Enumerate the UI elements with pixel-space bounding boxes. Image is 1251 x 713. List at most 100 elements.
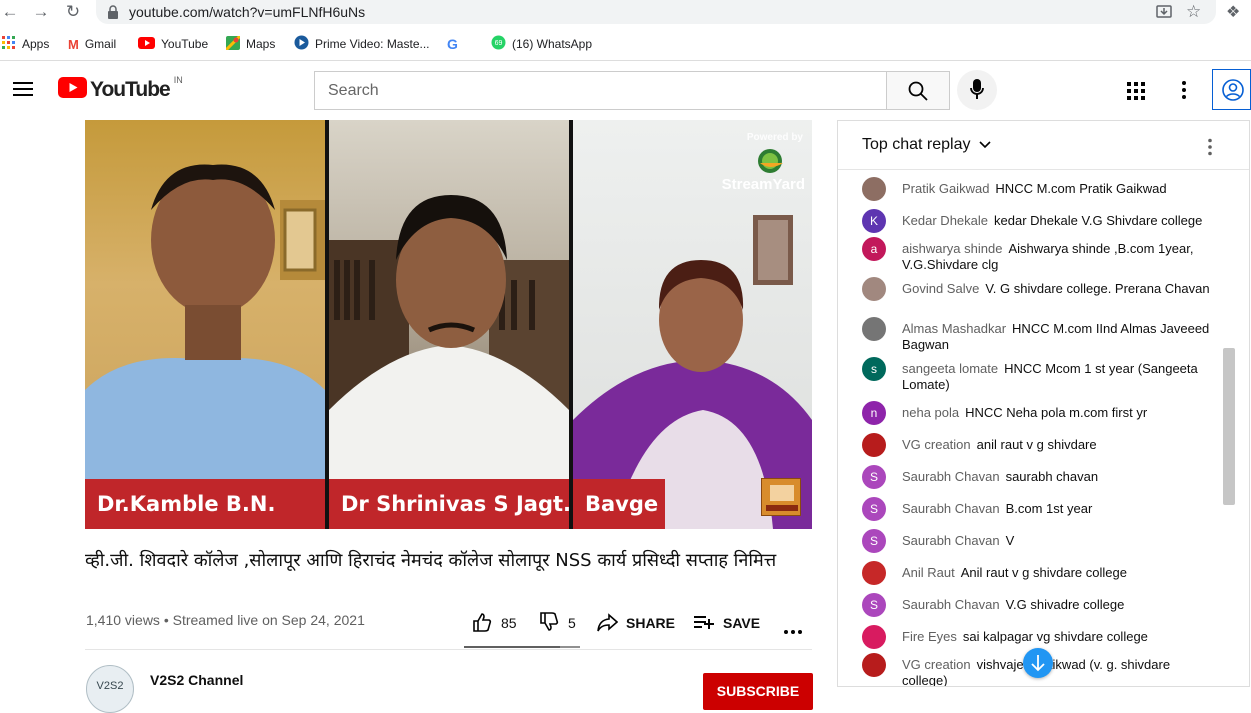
chat-message-body: VG creation anil raut v g shivdare xyxy=(902,437,1212,453)
chat-message-body: Saurabh Chavan V.G shivadre college xyxy=(902,597,1212,613)
participant-1-image xyxy=(85,164,325,529)
thumbs-down-icon xyxy=(538,611,560,636)
chat-author: Fire Eyes xyxy=(902,629,957,644)
channel-name[interactable]: V2S2 Channel xyxy=(150,672,243,688)
save-button[interactable]: SAVE xyxy=(693,611,760,635)
divider xyxy=(85,649,812,650)
bookmark-prime-video[interactable]: Prime Video: Maste... xyxy=(294,35,430,53)
video-pane-1: Dr.Kamble B.N. xyxy=(85,120,325,529)
extensions-icon[interactable]: ❖ xyxy=(1226,2,1240,22)
youtube-logo-icon xyxy=(58,77,87,103)
bookmark-google[interactable]: G xyxy=(447,35,458,53)
chat-author: neha pola xyxy=(902,405,960,420)
chat-message-body: Saurabh Chavan V xyxy=(902,533,1212,549)
chat-avatar: n xyxy=(862,401,886,425)
search-icon xyxy=(908,81,928,106)
mic-icon xyxy=(970,79,984,106)
channel-avatar[interactable]: V2S2 xyxy=(86,665,134,713)
chat-message-body: Fire Eyes sai kalpagar vg shivdare colleg… xyxy=(902,629,1212,645)
chat-message-body: aishwarya shinde Aishwarya shinde ,B.com … xyxy=(902,241,1212,273)
chat-text: Anil raut v g shivdare college xyxy=(960,565,1127,580)
streamyard-label: StreamYard xyxy=(721,176,805,193)
chat-author: Saurabh Chavan xyxy=(902,501,1000,516)
arrow-down-icon xyxy=(1031,654,1045,677)
chat-avatar xyxy=(862,317,886,341)
chat-text: V xyxy=(1005,533,1015,548)
chat-avatar xyxy=(862,277,886,301)
video-player[interactable]: Dr.Kamble B.N. Dr Shrinivas S Jagt... Ba… xyxy=(85,120,812,529)
chat-avatar xyxy=(862,625,886,649)
chat-text: kedar Dhekale V.G Shivdare college xyxy=(994,213,1203,228)
chat-author: Almas Mashadkar xyxy=(902,321,1007,336)
chat-author: VG creation xyxy=(902,437,971,452)
subscribe-button[interactable]: SUBSCRIBE xyxy=(703,673,813,710)
powered-by-label: Powered by xyxy=(746,132,803,143)
chat-text: B.com 1st year xyxy=(1005,501,1093,516)
voice-search-button[interactable] xyxy=(957,70,997,110)
chat-text: saurabh chavan xyxy=(1005,469,1099,484)
chevron-down-icon xyxy=(978,136,991,154)
chat-avatar: S xyxy=(862,593,886,617)
lock-icon[interactable] xyxy=(107,5,119,19)
chat-mode-dropdown[interactable]: Top chat replay xyxy=(862,136,991,154)
chat-text: anil raut v g shivdare xyxy=(976,437,1097,452)
channel-watermark xyxy=(761,478,801,516)
back-icon[interactable]: ← xyxy=(0,2,20,22)
chat-avatar: a xyxy=(862,237,886,261)
chat-author: Pratik Gaikwad xyxy=(902,181,990,196)
forward-icon[interactable]: → xyxy=(31,2,51,22)
chat-more-icon[interactable] xyxy=(1207,138,1213,161)
search-input[interactable]: Search xyxy=(314,71,887,110)
reload-icon[interactable]: ↻ xyxy=(63,2,83,22)
youtube-logo[interactable]: YouTube IN xyxy=(58,75,183,103)
chat-author: Kedar Dhekale xyxy=(902,213,988,228)
whatsapp-icon: 69 xyxy=(491,35,506,53)
star-icon[interactable]: ☆ xyxy=(1186,2,1201,22)
chat-author: Saurabh Chavan xyxy=(902,597,1000,612)
maps-icon xyxy=(224,34,242,53)
chat-scrollbar[interactable] xyxy=(1223,348,1235,505)
bookmark-whatsapp[interactable]: 69 (16) WhatsApp xyxy=(491,35,592,53)
bookmark-apps[interactable]: Apps xyxy=(2,35,49,53)
video-pane-3: Bavge Powered by StreamYard xyxy=(573,120,812,529)
dislike-button[interactable]: 5 xyxy=(538,611,576,635)
chat-message-body: sangeeta lomate HNCC Mcom 1 st year (Sang… xyxy=(902,361,1212,393)
chat-avatar: S xyxy=(862,497,886,521)
chat-message-body: Govind Salve V. G shivdare college. Prera… xyxy=(902,281,1212,297)
chat-avatar xyxy=(862,177,886,201)
apps-grid-icon xyxy=(2,35,16,53)
chat-message-body: Saurabh Chavan B.com 1st year xyxy=(902,501,1212,517)
bookmark-gmail[interactable]: M Gmail xyxy=(68,35,116,53)
chat-author: Govind Salve xyxy=(902,281,980,296)
chat-avatar: S xyxy=(862,465,886,489)
chat-avatar: s xyxy=(862,357,886,381)
scroll-to-bottom-button[interactable] xyxy=(1023,648,1053,678)
video-title: व्ही.जी. शिवदारे कॉलेज ,सोलापूर आणि हिरा… xyxy=(85,550,777,571)
install-icon[interactable] xyxy=(1155,3,1173,21)
bookmark-youtube[interactable]: YouTube xyxy=(138,35,208,53)
chat-avatar: S xyxy=(862,529,886,553)
playlist-add-icon xyxy=(693,611,715,636)
participant-name-3: Bavge xyxy=(573,479,665,529)
chat-avatar: K xyxy=(862,209,886,233)
bookmark-maps[interactable]: Maps xyxy=(224,34,275,53)
more-vert-icon[interactable] xyxy=(1181,80,1187,105)
search-button[interactable] xyxy=(886,71,950,110)
share-button[interactable]: SHARE xyxy=(596,611,675,635)
chat-message-body: Anil Raut Anil raut v g shivdare college xyxy=(902,565,1212,581)
chat-message-body: Almas Mashadkar HNCC M.com IInd Almas Jav… xyxy=(902,321,1212,353)
video-meta: 1,410 views • Streamed live on Sep 24, 2… xyxy=(86,612,365,628)
url-text[interactable]: youtube.com/watch?v=umFLNfH6uNs xyxy=(129,4,365,20)
sentiment-bar-fill xyxy=(464,646,560,648)
account-icon xyxy=(1222,79,1244,106)
chat-text: HNCC Neha pola m.com first yr xyxy=(965,405,1148,420)
chat-author: Anil Raut xyxy=(902,565,955,580)
apps-grid-button[interactable] xyxy=(1127,82,1145,105)
like-button[interactable]: 85 xyxy=(471,611,517,635)
chat-author: aishwarya shinde xyxy=(902,241,1003,256)
chat-message-body: VG creation vishvajeet gaikwad (v. g. shi… xyxy=(902,657,1212,686)
menu-icon[interactable] xyxy=(13,81,33,97)
more-actions-icon[interactable] xyxy=(783,622,803,640)
prime-video-icon xyxy=(294,35,309,53)
sign-in-button[interactable] xyxy=(1212,69,1251,110)
